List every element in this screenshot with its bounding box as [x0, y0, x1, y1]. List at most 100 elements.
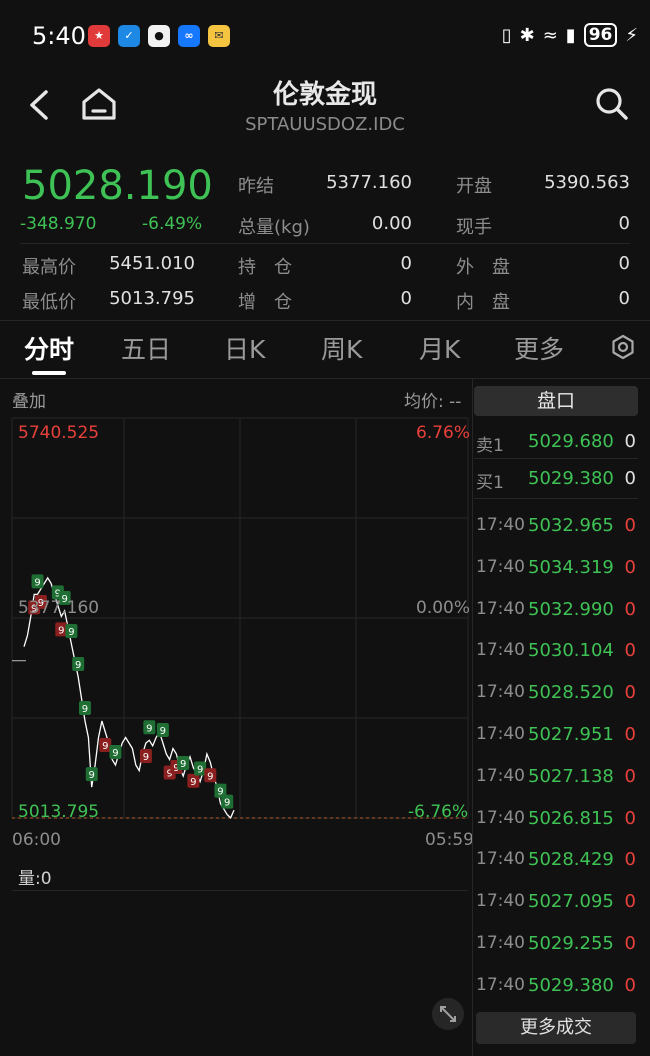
- chart-mid-pct: 0.00%: [416, 598, 471, 618]
- trade-price: 5030.104: [528, 640, 614, 661]
- trade-price: 5028.429: [528, 849, 614, 870]
- trade-price: 5028.520: [528, 682, 614, 703]
- trade-price: 5032.965: [528, 515, 614, 536]
- trade-time: 17:40: [476, 891, 525, 911]
- volume-label: 量:0: [18, 869, 52, 889]
- trade-price: 5027.951: [528, 724, 614, 745]
- price-change: -348.970: [20, 214, 97, 234]
- avg-price-label: 均价: --: [404, 392, 462, 412]
- status-bar: 5:40 ★ ✓ ● ∞ ✉ ▯ ✱ ≈ ▮ 96 ⚡: [0, 0, 650, 72]
- trade-volume: 0: [624, 557, 636, 578]
- ask-price: 5029.680: [528, 431, 614, 452]
- trade-volume: 0: [624, 849, 636, 870]
- wifi-icon: ≈: [542, 24, 558, 46]
- trade-time: 17:40: [476, 640, 525, 660]
- trade-volume: 0: [624, 891, 636, 912]
- trade-volume: 0: [624, 515, 636, 536]
- volume-divider: [12, 890, 468, 891]
- trade-volume: 0: [624, 933, 636, 954]
- bid-label: 买1: [476, 473, 504, 493]
- panel-divider: [472, 378, 473, 1056]
- quote-label: 内 盘: [456, 292, 510, 313]
- trade-price: 5029.380: [528, 975, 614, 996]
- quote-value: 0: [618, 213, 630, 234]
- search-icon[interactable]: [594, 86, 630, 126]
- trade-price: 5029.255: [528, 933, 614, 954]
- tab-daily-k[interactable]: 日K: [224, 330, 265, 366]
- order-book-button[interactable]: 盘口: [474, 386, 638, 416]
- quote-label: 开盘: [456, 176, 492, 197]
- divider: [20, 243, 630, 244]
- trade-volume: 0: [624, 808, 636, 829]
- trade-time: 17:40: [476, 766, 525, 786]
- trade-time: 17:40: [476, 975, 525, 995]
- trade-time: 17:40: [476, 808, 525, 828]
- marker-label: 9: [102, 741, 108, 752]
- huawei-store-icon: ★: [88, 25, 110, 47]
- marker-label: 9: [160, 726, 166, 737]
- marker-label: 9: [75, 660, 81, 671]
- chart-bottom-price: 5013.795: [18, 802, 100, 822]
- trade-time: 17:40: [476, 933, 525, 953]
- tab-intraday[interactable]: 分时: [24, 330, 74, 366]
- system-icons: ▯ ✱ ≈ ▮ 96 ⚡: [502, 20, 638, 50]
- chart-settings-icon[interactable]: [610, 334, 636, 364]
- trade-volume: 0: [624, 975, 636, 996]
- trade-price: 5026.815: [528, 808, 614, 829]
- marker-label: 9: [197, 765, 203, 776]
- page-title: 伦敦金现: [272, 80, 377, 110]
- bid-volume: 0: [624, 468, 636, 489]
- trade-price: 5027.095: [528, 891, 614, 912]
- chart-tabs: 分时 五日 日K 周K 月K 更多: [0, 322, 650, 378]
- quote-label: 最低价: [22, 292, 76, 313]
- trade-volume: 0: [624, 640, 636, 661]
- status-time: 5:40: [32, 22, 86, 50]
- marker-label: 9: [89, 770, 95, 781]
- more-trades-button[interactable]: 更多成交: [476, 1012, 636, 1044]
- time-axis-start: 06:00: [12, 830, 61, 850]
- qq-icon: ●: [148, 25, 170, 47]
- quote-value: 0: [400, 253, 412, 274]
- quote-value: 0: [618, 288, 630, 309]
- trade-time: 17:40: [476, 682, 525, 702]
- last-price: 5028.190: [22, 163, 213, 209]
- trade-volume: 0: [624, 599, 636, 620]
- trade-time: 17:40: [476, 557, 525, 577]
- trade-volume: 0: [624, 766, 636, 787]
- marker-label: 9: [146, 723, 152, 734]
- alipay-icon: ∞: [178, 25, 200, 47]
- tab-five-day[interactable]: 五日: [121, 330, 171, 366]
- expand-icon[interactable]: [432, 998, 464, 1030]
- quote-value: 0: [618, 253, 630, 274]
- app-header: 伦敦金现 SPTAUUSDOZ.IDC: [0, 72, 650, 158]
- divider: [474, 498, 638, 499]
- signal-icon: ▮: [565, 24, 576, 46]
- ask-volume: 0: [624, 431, 636, 452]
- quote-label: 现手: [456, 217, 492, 238]
- overlay-button[interactable]: 叠加: [12, 387, 46, 412]
- marker-label: 9: [58, 625, 64, 636]
- mail-icon: ✉: [208, 25, 230, 47]
- trade-price: 5032.990: [528, 599, 614, 620]
- trade-time: 17:40: [476, 849, 525, 869]
- quote-value: 5377.160: [326, 172, 412, 193]
- tab-weekly-k[interactable]: 周K: [321, 330, 362, 366]
- trade-volume: 0: [624, 724, 636, 745]
- price-change-pct: -6.49%: [142, 214, 203, 234]
- symbol-code: SPTAUUSDOZ.IDC: [245, 114, 405, 135]
- marker-label: 9: [143, 752, 149, 763]
- marker-label: 9: [224, 798, 230, 809]
- tab-monthly-k[interactable]: 月K: [419, 330, 460, 366]
- intraday-chart[interactable]: 999999999999 99 999 999999: [0, 412, 470, 852]
- chart-bottom-pct: -6.76%: [408, 802, 469, 822]
- marker-label: 9: [34, 577, 40, 588]
- quote-label: 昨结: [238, 176, 274, 197]
- tab-more[interactable]: 更多: [514, 330, 564, 366]
- chart-mid-price: 5377.160: [18, 598, 100, 618]
- bluetooth-icon: ✱: [519, 24, 535, 46]
- nfc-icon: ▯: [501, 24, 512, 46]
- quote-label: 增 仓: [238, 292, 292, 313]
- chart-top-pct: 6.76%: [416, 423, 471, 443]
- ask-label: 卖1: [476, 436, 504, 456]
- quote-value: 5451.010: [109, 253, 195, 274]
